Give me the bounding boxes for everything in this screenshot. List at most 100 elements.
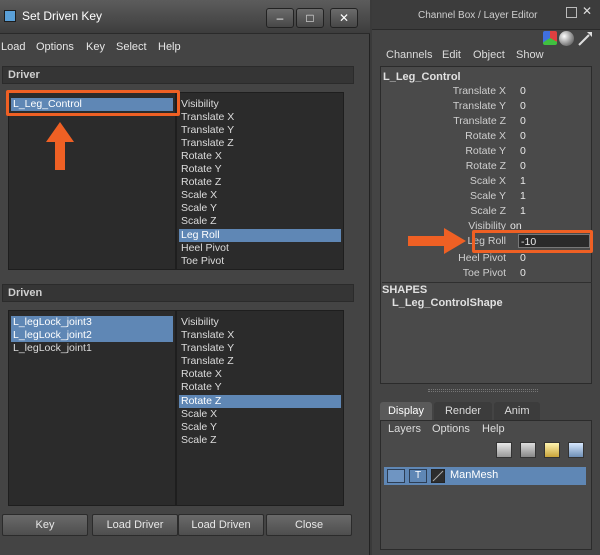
channel-row[interactable]: Scale Y 1: [380, 189, 590, 204]
driven-attr-rotate-x[interactable]: Rotate X: [179, 368, 341, 381]
layer-move-up-icon[interactable]: [544, 442, 560, 458]
right-arrow-annotation: [408, 228, 466, 254]
driven-attr-rotate-z[interactable]: Rotate Z: [179, 395, 341, 408]
cb-menu-edit[interactable]: Edit: [442, 49, 461, 61]
layer-menu-layers[interactable]: Layers: [388, 423, 421, 435]
driven-attr-translate-y[interactable]: Translate Y: [179, 342, 341, 355]
splitter-handle[interactable]: [428, 389, 538, 392]
channel-value[interactable]: 0: [518, 129, 590, 143]
channel-value[interactable]: 0: [518, 99, 590, 113]
driver-attribute-list[interactable]: Visibility Translate X Translate Y Trans…: [176, 92, 344, 270]
color-swatch-icon[interactable]: [431, 469, 445, 483]
channel-row[interactable]: Translate Y 0: [380, 99, 590, 114]
channel-value[interactable]: 1: [518, 174, 590, 188]
new-layer-selected-icon[interactable]: [496, 442, 512, 458]
attribute-editor-icon[interactable]: [559, 31, 574, 46]
layer-editor: [380, 420, 592, 550]
channel-value[interactable]: 1: [518, 189, 590, 203]
driver-section-header[interactable]: Driver: [2, 66, 354, 84]
driver-attr-heel-pivot[interactable]: Heel Pivot: [179, 242, 341, 255]
tab-render[interactable]: Render: [434, 402, 492, 420]
channel-value[interactable]: 1: [518, 204, 590, 218]
channel-row[interactable]: Toe Pivot 0: [380, 266, 590, 281]
driven-attr-rotate-y[interactable]: Rotate Y: [179, 381, 341, 394]
driver-attr-visibility[interactable]: Visibility: [179, 98, 341, 111]
driver-attr-rotate-z[interactable]: Rotate Z: [179, 176, 341, 189]
maximize-button[interactable]: □: [296, 8, 324, 28]
driven-object-item-2[interactable]: L_legLock_joint2: [11, 329, 173, 342]
channel-label: Scale X: [469, 175, 506, 187]
driver-attr-leg-roll[interactable]: Leg Roll: [179, 229, 341, 242]
layer-type-toggle[interactable]: T: [409, 469, 427, 483]
load-driven-button[interactable]: Load Driven: [178, 514, 264, 536]
channel-value[interactable]: 0: [518, 144, 590, 158]
menu-key[interactable]: Key: [86, 41, 105, 53]
channel-box-panel: Channel Box / Layer Editor ✕ Channels Ed…: [372, 0, 600, 555]
channel-box-icon[interactable]: [543, 31, 557, 45]
channel-value[interactable]: 0: [518, 251, 590, 265]
tab-anim[interactable]: Anim: [494, 402, 540, 420]
key-button[interactable]: Key: [2, 514, 88, 536]
channel-value[interactable]: 0: [518, 84, 590, 98]
channel-value[interactable]: 0: [518, 159, 590, 173]
close-button[interactable]: Close: [266, 514, 352, 536]
driver-attr-translate-z[interactable]: Translate Z: [179, 137, 341, 150]
driven-attr-scale-y[interactable]: Scale Y: [179, 421, 341, 434]
cb-menu-show[interactable]: Show: [516, 49, 544, 61]
driver-attr-scale-x[interactable]: Scale X: [179, 189, 341, 202]
driver-attr-scale-y[interactable]: Scale Y: [179, 202, 341, 215]
layer-menu-help[interactable]: Help: [482, 423, 505, 435]
layer-move-down-icon[interactable]: [568, 442, 584, 458]
driven-attribute-list[interactable]: Visibility Translate X Translate Y Trans…: [176, 310, 344, 506]
menu-help[interactable]: Help: [158, 41, 181, 53]
tool-settings-icon[interactable]: [577, 31, 593, 47]
driver-attr-translate-x[interactable]: Translate X: [179, 111, 341, 124]
driver-attr-scale-z[interactable]: Scale Z: [179, 215, 341, 228]
menu-options[interactable]: Options: [36, 41, 74, 53]
driver-attr-rotate-y[interactable]: Rotate Y: [179, 163, 341, 176]
driven-attr-scale-x[interactable]: Scale X: [179, 408, 341, 421]
cb-menu-channels[interactable]: Channels: [386, 49, 432, 61]
driven-object-item-3[interactable]: L_legLock_joint1: [11, 342, 173, 355]
channel-row[interactable]: Rotate Y 0: [380, 144, 590, 159]
title-bar[interactable]: Set Driven Key – □ ✕: [0, 0, 370, 34]
channel-row[interactable]: Scale X 1: [380, 174, 590, 189]
driven-attr-visibility[interactable]: Visibility: [179, 316, 341, 329]
layer-row-manmesh[interactable]: T ManMesh: [384, 467, 586, 485]
window-title: Set Driven Key: [22, 9, 103, 23]
channel-row[interactable]: Translate Z 0: [380, 114, 590, 129]
driver-object-list[interactable]: L_Leg_Control: [8, 92, 176, 270]
menu-select[interactable]: Select: [116, 41, 147, 53]
channel-row[interactable]: Translate X 0: [380, 84, 590, 99]
channel-label: Translate Z: [453, 115, 506, 127]
layer-name: ManMesh: [450, 469, 499, 481]
menu-load[interactable]: Load: [1, 41, 25, 53]
channel-value[interactable]: 0: [518, 114, 590, 128]
channel-label: Translate X: [452, 85, 506, 97]
visibility-toggle[interactable]: [387, 469, 405, 483]
minimize-button[interactable]: –: [266, 8, 294, 28]
layer-menu-options[interactable]: Options: [432, 423, 470, 435]
driven-object-item-1[interactable]: L_legLock_joint3: [11, 316, 173, 329]
driver-attr-translate-y[interactable]: Translate Y: [179, 124, 341, 137]
shapes-header: SHAPES: [382, 282, 592, 296]
float-icon[interactable]: [566, 7, 577, 18]
load-driver-button[interactable]: Load Driver: [92, 514, 178, 536]
close-window-button[interactable]: ✕: [330, 8, 358, 28]
driver-attr-toe-pivot[interactable]: Toe Pivot: [179, 255, 341, 268]
maya-window-icon: [4, 10, 16, 22]
driven-section-header[interactable]: Driven: [2, 284, 354, 302]
new-layer-icon[interactable]: [520, 442, 536, 458]
channel-row[interactable]: Rotate Z 0: [380, 159, 590, 174]
channel-row[interactable]: Scale Z 1: [380, 204, 590, 219]
driven-attr-translate-x[interactable]: Translate X: [179, 329, 341, 342]
driven-attr-scale-z[interactable]: Scale Z: [179, 434, 341, 447]
driven-attr-translate-z[interactable]: Translate Z: [179, 355, 341, 368]
channel-value[interactable]: 0: [518, 266, 590, 280]
tab-display[interactable]: Display: [380, 402, 432, 420]
driver-attr-rotate-x[interactable]: Rotate X: [179, 150, 341, 163]
channel-row[interactable]: Rotate X 0: [380, 129, 590, 144]
close-icon[interactable]: ✕: [582, 4, 592, 18]
driven-object-list[interactable]: L_legLock_joint3 L_legLock_joint2 L_legL…: [8, 310, 176, 506]
cb-menu-object[interactable]: Object: [473, 49, 505, 61]
